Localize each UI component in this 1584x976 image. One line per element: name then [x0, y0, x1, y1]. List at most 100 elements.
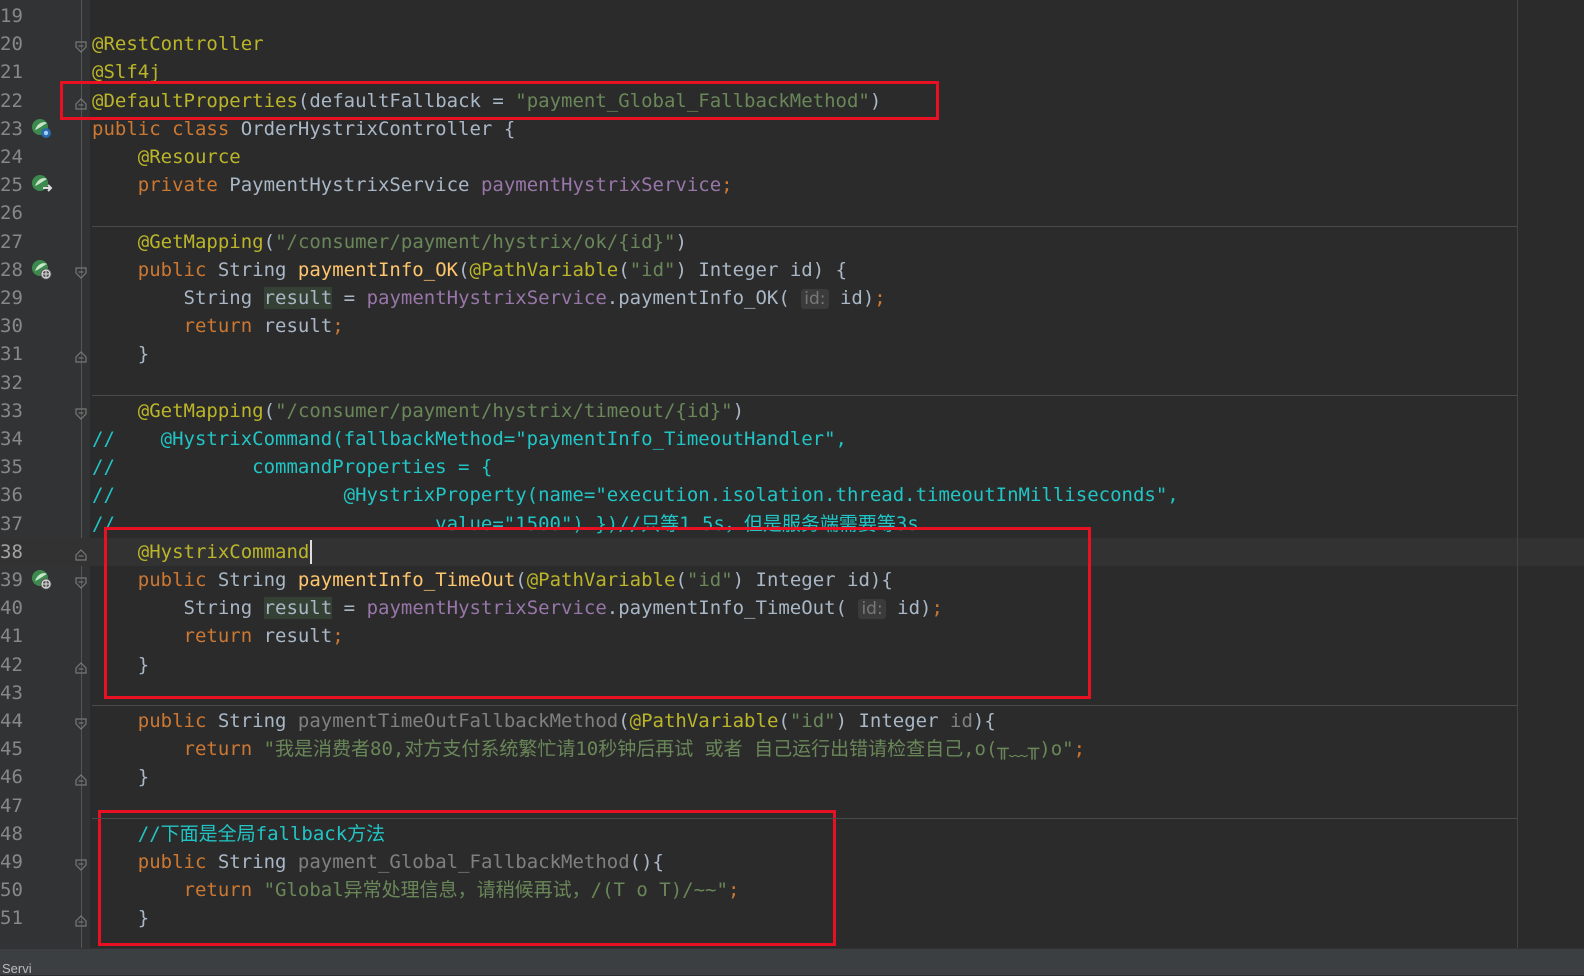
code-line[interactable]: 24 @Resource: [0, 143, 1584, 171]
code-line[interactable]: 27 @GetMapping("/consumer/payment/hystri…: [0, 228, 1584, 256]
code-line[interactable]: 25 private PaymentHystrixService payment…: [0, 171, 1584, 199]
web-gutter-icon[interactable]: [30, 568, 54, 592]
code-text[interactable]: // @HystrixCommand(fallbackMethod="payme…: [92, 425, 847, 453]
status-bar: Servi: [0, 948, 1584, 975]
code-text[interactable]: }: [92, 763, 149, 791]
fold-close-icon[interactable]: [74, 545, 88, 561]
fold-close-icon[interactable]: [74, 911, 88, 927]
line-number: 31: [0, 343, 23, 366]
line-number: 42: [0, 653, 23, 676]
line-number: 23: [0, 117, 23, 140]
code-token: paymentInfo_OK: [297, 258, 459, 281]
code-line[interactable]: 20 @RestController: [0, 30, 1584, 58]
code-text[interactable]: return result;: [92, 312, 344, 340]
line-number: 22: [0, 89, 23, 112]
code-line[interactable]: 46 }: [0, 763, 1584, 791]
fold-open-icon[interactable]: [74, 855, 88, 871]
line-number: 27: [0, 230, 23, 253]
code-text[interactable]: @RestController: [92, 30, 264, 58]
code-token: id): [828, 287, 875, 309]
code-text[interactable]: }: [92, 340, 149, 368]
code-token: ;: [721, 174, 733, 197]
code-token: paymentTimeOutFallbackMethod: [297, 710, 619, 732]
code-text[interactable]: public String paymentInfo_OK(@PathVariab…: [92, 256, 847, 284]
code-line[interactable]: 32: [0, 369, 1584, 397]
code-token: (: [458, 258, 470, 281]
code-token: @GetMapping: [137, 399, 264, 422]
line-number: 34: [0, 428, 23, 450]
line-number: 28: [0, 258, 23, 281]
code-token: @RestController: [92, 33, 264, 56]
code-line[interactable]: 34 // @HystrixCommand(fallbackMethod="pay…: [0, 425, 1584, 453]
code-token: ;: [1073, 738, 1086, 761]
code-token: OrderHystrixController {: [240, 117, 516, 140]
code-token: ): [675, 230, 687, 253]
code-text[interactable]: return "我是消费者80,对方支付系统繁忙请10秒钟后再试 或者 自己运行…: [92, 735, 1086, 763]
bean-class-gutter-icon[interactable]: [30, 117, 54, 141]
status-text: Servi: [2, 961, 32, 976]
fold-open-icon[interactable]: [74, 263, 88, 279]
code-text[interactable]: // commandProperties = {: [92, 453, 492, 481]
code-text[interactable]: public String paymentTimeOutFallbackMeth…: [92, 707, 996, 735]
code-editor[interactable]: 19 20 @RestController 21 @Slf4j 22 @DefaultPro…: [0, 0, 1584, 948]
code-line[interactable]: 35 // commandProperties = {: [0, 453, 1584, 481]
line-number: 41: [0, 625, 23, 648]
line-number: 43: [0, 681, 23, 704]
fold-open-icon[interactable]: [74, 404, 88, 420]
line-number: 25: [0, 174, 23, 197]
fold-open-icon[interactable]: [74, 37, 88, 54]
code-line[interactable]: 26: [0, 199, 1584, 227]
code-token: "/consumer/payment/hystrix/timeout/{id}": [275, 399, 733, 422]
code-token: result: [263, 315, 333, 338]
code-line[interactable]: 31 }: [0, 340, 1584, 368]
fold-open-icon[interactable]: [74, 714, 88, 730]
parameter-hint: id:: [801, 289, 829, 309]
code-token: ;: [332, 315, 344, 338]
code-token: String: [92, 287, 264, 309]
code-token: ){: [972, 710, 996, 732]
code-token: PaymentHystrixService: [229, 174, 481, 197]
fold-close-icon[interactable]: [74, 658, 88, 674]
code-text[interactable]: @GetMapping("/consumer/payment/hystrix/o…: [92, 228, 687, 256]
fold-open-icon[interactable]: [74, 573, 88, 589]
highlight-box-global-fallback-method: [98, 810, 836, 946]
code-token: (: [618, 710, 630, 732]
code-text[interactable]: private PaymentHystrixService paymentHys…: [92, 171, 733, 199]
code-line[interactable]: 28 public String paymentInfo_OK(@PathVar…: [0, 256, 1584, 284]
code-line[interactable]: 44 public String paymentTimeOutFallbackM…: [0, 707, 1584, 735]
code-token: =: [332, 287, 367, 309]
line-number: 51: [0, 907, 23, 930]
line-number: 47: [0, 794, 23, 817]
code-line[interactable]: 36 // @HystrixProperty(name="execution.is…: [0, 481, 1584, 509]
code-token: String: [217, 258, 298, 281]
line-number: 21: [0, 61, 23, 84]
code-line[interactable]: 30 return result;: [0, 312, 1584, 340]
line-number: 49: [0, 851, 23, 873]
code-line[interactable]: 19: [0, 2, 1584, 30]
fold-close-icon[interactable]: [74, 770, 88, 786]
code-token: "/consumer/payment/hystrix/ok/{id}": [275, 230, 676, 253]
code-text[interactable]: @Resource: [92, 143, 241, 171]
code-line[interactable]: 33 @GetMapping("/consumer/payment/hystri…: [0, 397, 1584, 425]
code-token: ;: [874, 287, 886, 309]
line-number: 39: [0, 569, 23, 591]
code-text[interactable]: @GetMapping("/consumer/payment/hystrix/t…: [92, 397, 744, 425]
code-text[interactable]: // @HystrixProperty(name="execution.isol…: [92, 481, 1179, 509]
line-number: 20: [0, 33, 23, 56]
line-number: 40: [0, 597, 23, 620]
bean-inject-gutter-icon[interactable]: [30, 173, 54, 197]
code-line[interactable]: 29 String result = paymentHystrixService…: [0, 284, 1584, 312]
code-token: // @HystrixCommand(fallbackMethod="payme…: [92, 428, 847, 450]
code-token: // commandProperties = {: [92, 456, 493, 479]
line-number: 19: [0, 5, 23, 27]
code-line[interactable]: 45 return "我是消费者80,对方支付系统繁忙请10秒钟后再试 或者 自…: [0, 735, 1584, 763]
line-number: 33: [0, 399, 23, 422]
web-gutter-icon[interactable]: [30, 258, 54, 282]
code-token: @GetMapping: [137, 230, 264, 253]
fold-close-icon[interactable]: [74, 347, 88, 363]
code-token: (: [618, 258, 630, 281]
code-text[interactable]: String result = paymentHystrixService.pa…: [92, 284, 886, 312]
